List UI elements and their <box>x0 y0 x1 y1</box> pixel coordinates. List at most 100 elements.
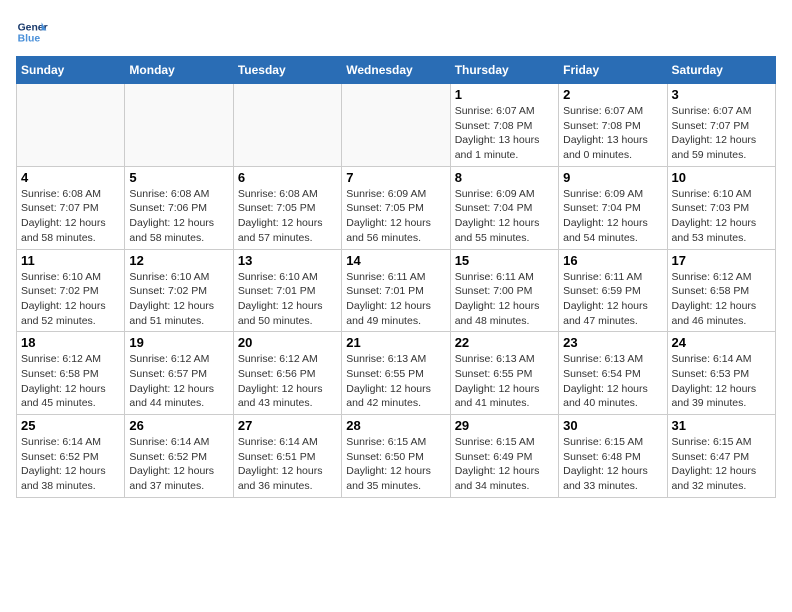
day-info: Sunrise: 6:15 AM Sunset: 6:49 PM Dayligh… <box>455 435 554 494</box>
week-row-5: 25 Sunrise: 6:14 AM Sunset: 6:52 PM Dayli… <box>17 415 776 498</box>
day-info: Sunrise: 6:15 AM Sunset: 6:48 PM Dayligh… <box>563 435 662 494</box>
day-cell: 9 Sunrise: 6:09 AM Sunset: 7:04 PM Daylig… <box>559 166 667 249</box>
day-number: 12 <box>129 253 228 268</box>
day-info: Sunrise: 6:14 AM Sunset: 6:51 PM Dayligh… <box>238 435 337 494</box>
day-cell: 5 Sunrise: 6:08 AM Sunset: 7:06 PM Daylig… <box>125 166 233 249</box>
day-number: 27 <box>238 418 337 433</box>
day-number: 7 <box>346 170 445 185</box>
day-number: 9 <box>563 170 662 185</box>
day-info: Sunrise: 6:09 AM Sunset: 7:04 PM Dayligh… <box>455 187 554 246</box>
day-number: 2 <box>563 87 662 102</box>
day-number: 21 <box>346 335 445 350</box>
day-info: Sunrise: 6:10 AM Sunset: 7:02 PM Dayligh… <box>129 270 228 329</box>
day-cell: 31 Sunrise: 6:15 AM Sunset: 6:47 PM Dayli… <box>667 415 775 498</box>
day-info: Sunrise: 6:07 AM Sunset: 7:08 PM Dayligh… <box>455 104 554 163</box>
day-info: Sunrise: 6:14 AM Sunset: 6:53 PM Dayligh… <box>672 352 771 411</box>
day-cell: 12 Sunrise: 6:10 AM Sunset: 7:02 PM Dayli… <box>125 249 233 332</box>
weekday-header-thursday: Thursday <box>450 57 558 84</box>
day-number: 31 <box>672 418 771 433</box>
day-number: 23 <box>563 335 662 350</box>
day-number: 16 <box>563 253 662 268</box>
day-cell: 4 Sunrise: 6:08 AM Sunset: 7:07 PM Daylig… <box>17 166 125 249</box>
day-cell: 21 Sunrise: 6:13 AM Sunset: 6:55 PM Dayli… <box>342 332 450 415</box>
day-cell: 3 Sunrise: 6:07 AM Sunset: 7:07 PM Daylig… <box>667 84 775 167</box>
day-info: Sunrise: 6:08 AM Sunset: 7:07 PM Dayligh… <box>21 187 120 246</box>
day-info: Sunrise: 6:12 AM Sunset: 6:58 PM Dayligh… <box>672 270 771 329</box>
day-cell: 28 Sunrise: 6:15 AM Sunset: 6:50 PM Dayli… <box>342 415 450 498</box>
week-row-4: 18 Sunrise: 6:12 AM Sunset: 6:58 PM Dayli… <box>17 332 776 415</box>
week-row-3: 11 Sunrise: 6:10 AM Sunset: 7:02 PM Dayli… <box>17 249 776 332</box>
day-number: 14 <box>346 253 445 268</box>
day-cell: 25 Sunrise: 6:14 AM Sunset: 6:52 PM Dayli… <box>17 415 125 498</box>
day-info: Sunrise: 6:11 AM Sunset: 7:01 PM Dayligh… <box>346 270 445 329</box>
day-number: 25 <box>21 418 120 433</box>
day-cell: 22 Sunrise: 6:13 AM Sunset: 6:55 PM Dayli… <box>450 332 558 415</box>
day-number: 30 <box>563 418 662 433</box>
weekday-header-sunday: Sunday <box>17 57 125 84</box>
day-cell: 19Sunrise: 6:12 AM Sunset: 6:57 PM Dayli… <box>125 332 233 415</box>
day-number: 17 <box>672 253 771 268</box>
day-cell: 8 Sunrise: 6:09 AM Sunset: 7:04 PM Daylig… <box>450 166 558 249</box>
day-info: Sunrise: 6:12 AM Sunset: 6:58 PM Dayligh… <box>21 352 120 411</box>
day-info: Sunrise: 6:10 AM Sunset: 7:02 PM Dayligh… <box>21 270 120 329</box>
day-cell: 6Sunrise: 6:08 AM Sunset: 7:05 PM Daylig… <box>233 166 341 249</box>
day-number: 18 <box>21 335 120 350</box>
day-number: 20 <box>238 335 337 350</box>
day-cell: 11 Sunrise: 6:10 AM Sunset: 7:02 PM Dayli… <box>17 249 125 332</box>
day-info: Sunrise: 6:12 AM Sunset: 6:56 PM Dayligh… <box>238 352 337 411</box>
weekday-header-wednesday: Wednesday <box>342 57 450 84</box>
week-row-1: 1 Sunrise: 6:07 AM Sunset: 7:08 PM Daylig… <box>17 84 776 167</box>
day-cell: 23 Sunrise: 6:13 AM Sunset: 6:54 PM Dayli… <box>559 332 667 415</box>
day-info: Sunrise: 6:13 AM Sunset: 6:55 PM Dayligh… <box>455 352 554 411</box>
day-number: 15 <box>455 253 554 268</box>
day-info: Sunrise: 6:15 AM Sunset: 6:47 PM Dayligh… <box>672 435 771 494</box>
day-number: 3 <box>672 87 771 102</box>
day-cell: 1 Sunrise: 6:07 AM Sunset: 7:08 PM Daylig… <box>450 84 558 167</box>
day-info: Sunrise: 6:13 AM Sunset: 6:54 PM Dayligh… <box>563 352 662 411</box>
day-number: 5 <box>129 170 228 185</box>
day-info: Sunrise: 6:10 AM Sunset: 7:03 PM Dayligh… <box>672 187 771 246</box>
weekday-header-tuesday: Tuesday <box>233 57 341 84</box>
weekday-header-monday: Monday <box>125 57 233 84</box>
logo: General Blue <box>16 16 48 48</box>
day-number: 8 <box>455 170 554 185</box>
day-number: 29 <box>455 418 554 433</box>
day-info: Sunrise: 6:11 AM Sunset: 7:00 PM Dayligh… <box>455 270 554 329</box>
day-info: Sunrise: 6:07 AM Sunset: 7:07 PM Dayligh… <box>672 104 771 163</box>
day-info: Sunrise: 6:09 AM Sunset: 7:04 PM Dayligh… <box>563 187 662 246</box>
page-header: General Blue <box>16 16 776 48</box>
day-info: Sunrise: 6:13 AM Sunset: 6:55 PM Dayligh… <box>346 352 445 411</box>
weekday-header-row: SundayMondayTuesdayWednesdayThursdayFrid… <box>17 57 776 84</box>
day-cell: 20 Sunrise: 6:12 AM Sunset: 6:56 PM Dayli… <box>233 332 341 415</box>
day-cell <box>233 84 341 167</box>
day-number: 1 <box>455 87 554 102</box>
day-cell: 7Sunrise: 6:09 AM Sunset: 7:05 PM Daylig… <box>342 166 450 249</box>
day-info: Sunrise: 6:08 AM Sunset: 7:06 PM Dayligh… <box>129 187 228 246</box>
day-cell: 16Sunrise: 6:11 AM Sunset: 6:59 PM Dayli… <box>559 249 667 332</box>
calendar-table: SundayMondayTuesdayWednesdayThursdayFrid… <box>16 56 776 498</box>
day-number: 13 <box>238 253 337 268</box>
day-cell: 24 Sunrise: 6:14 AM Sunset: 6:53 PM Dayli… <box>667 332 775 415</box>
day-number: 4 <box>21 170 120 185</box>
day-number: 11 <box>21 253 120 268</box>
day-info: Sunrise: 6:14 AM Sunset: 6:52 PM Dayligh… <box>21 435 120 494</box>
day-cell: 17 Sunrise: 6:12 AM Sunset: 6:58 PM Dayli… <box>667 249 775 332</box>
day-number: 6 <box>238 170 337 185</box>
weekday-header-friday: Friday <box>559 57 667 84</box>
day-cell: 26 Sunrise: 6:14 AM Sunset: 6:52 PM Dayli… <box>125 415 233 498</box>
day-number: 26 <box>129 418 228 433</box>
day-cell: 27 Sunrise: 6:14 AM Sunset: 6:51 PM Dayli… <box>233 415 341 498</box>
day-info: Sunrise: 6:14 AM Sunset: 6:52 PM Dayligh… <box>129 435 228 494</box>
day-cell: 29 Sunrise: 6:15 AM Sunset: 6:49 PM Dayli… <box>450 415 558 498</box>
day-cell: 15 Sunrise: 6:11 AM Sunset: 7:00 PM Dayli… <box>450 249 558 332</box>
logo-icon: General Blue <box>16 16 48 48</box>
day-info: Sunrise: 6:10 AM Sunset: 7:01 PM Dayligh… <box>238 270 337 329</box>
svg-text:Blue: Blue <box>18 34 41 45</box>
day-number: 24 <box>672 335 771 350</box>
day-number: 28 <box>346 418 445 433</box>
day-info: Sunrise: 6:15 AM Sunset: 6:50 PM Dayligh… <box>346 435 445 494</box>
day-number: 22 <box>455 335 554 350</box>
day-info: Sunrise: 6:12 AM Sunset: 6:57 PM Dayligh… <box>129 352 228 411</box>
day-cell: 13 Sunrise: 6:10 AM Sunset: 7:01 PM Dayli… <box>233 249 341 332</box>
weekday-header-saturday: Saturday <box>667 57 775 84</box>
